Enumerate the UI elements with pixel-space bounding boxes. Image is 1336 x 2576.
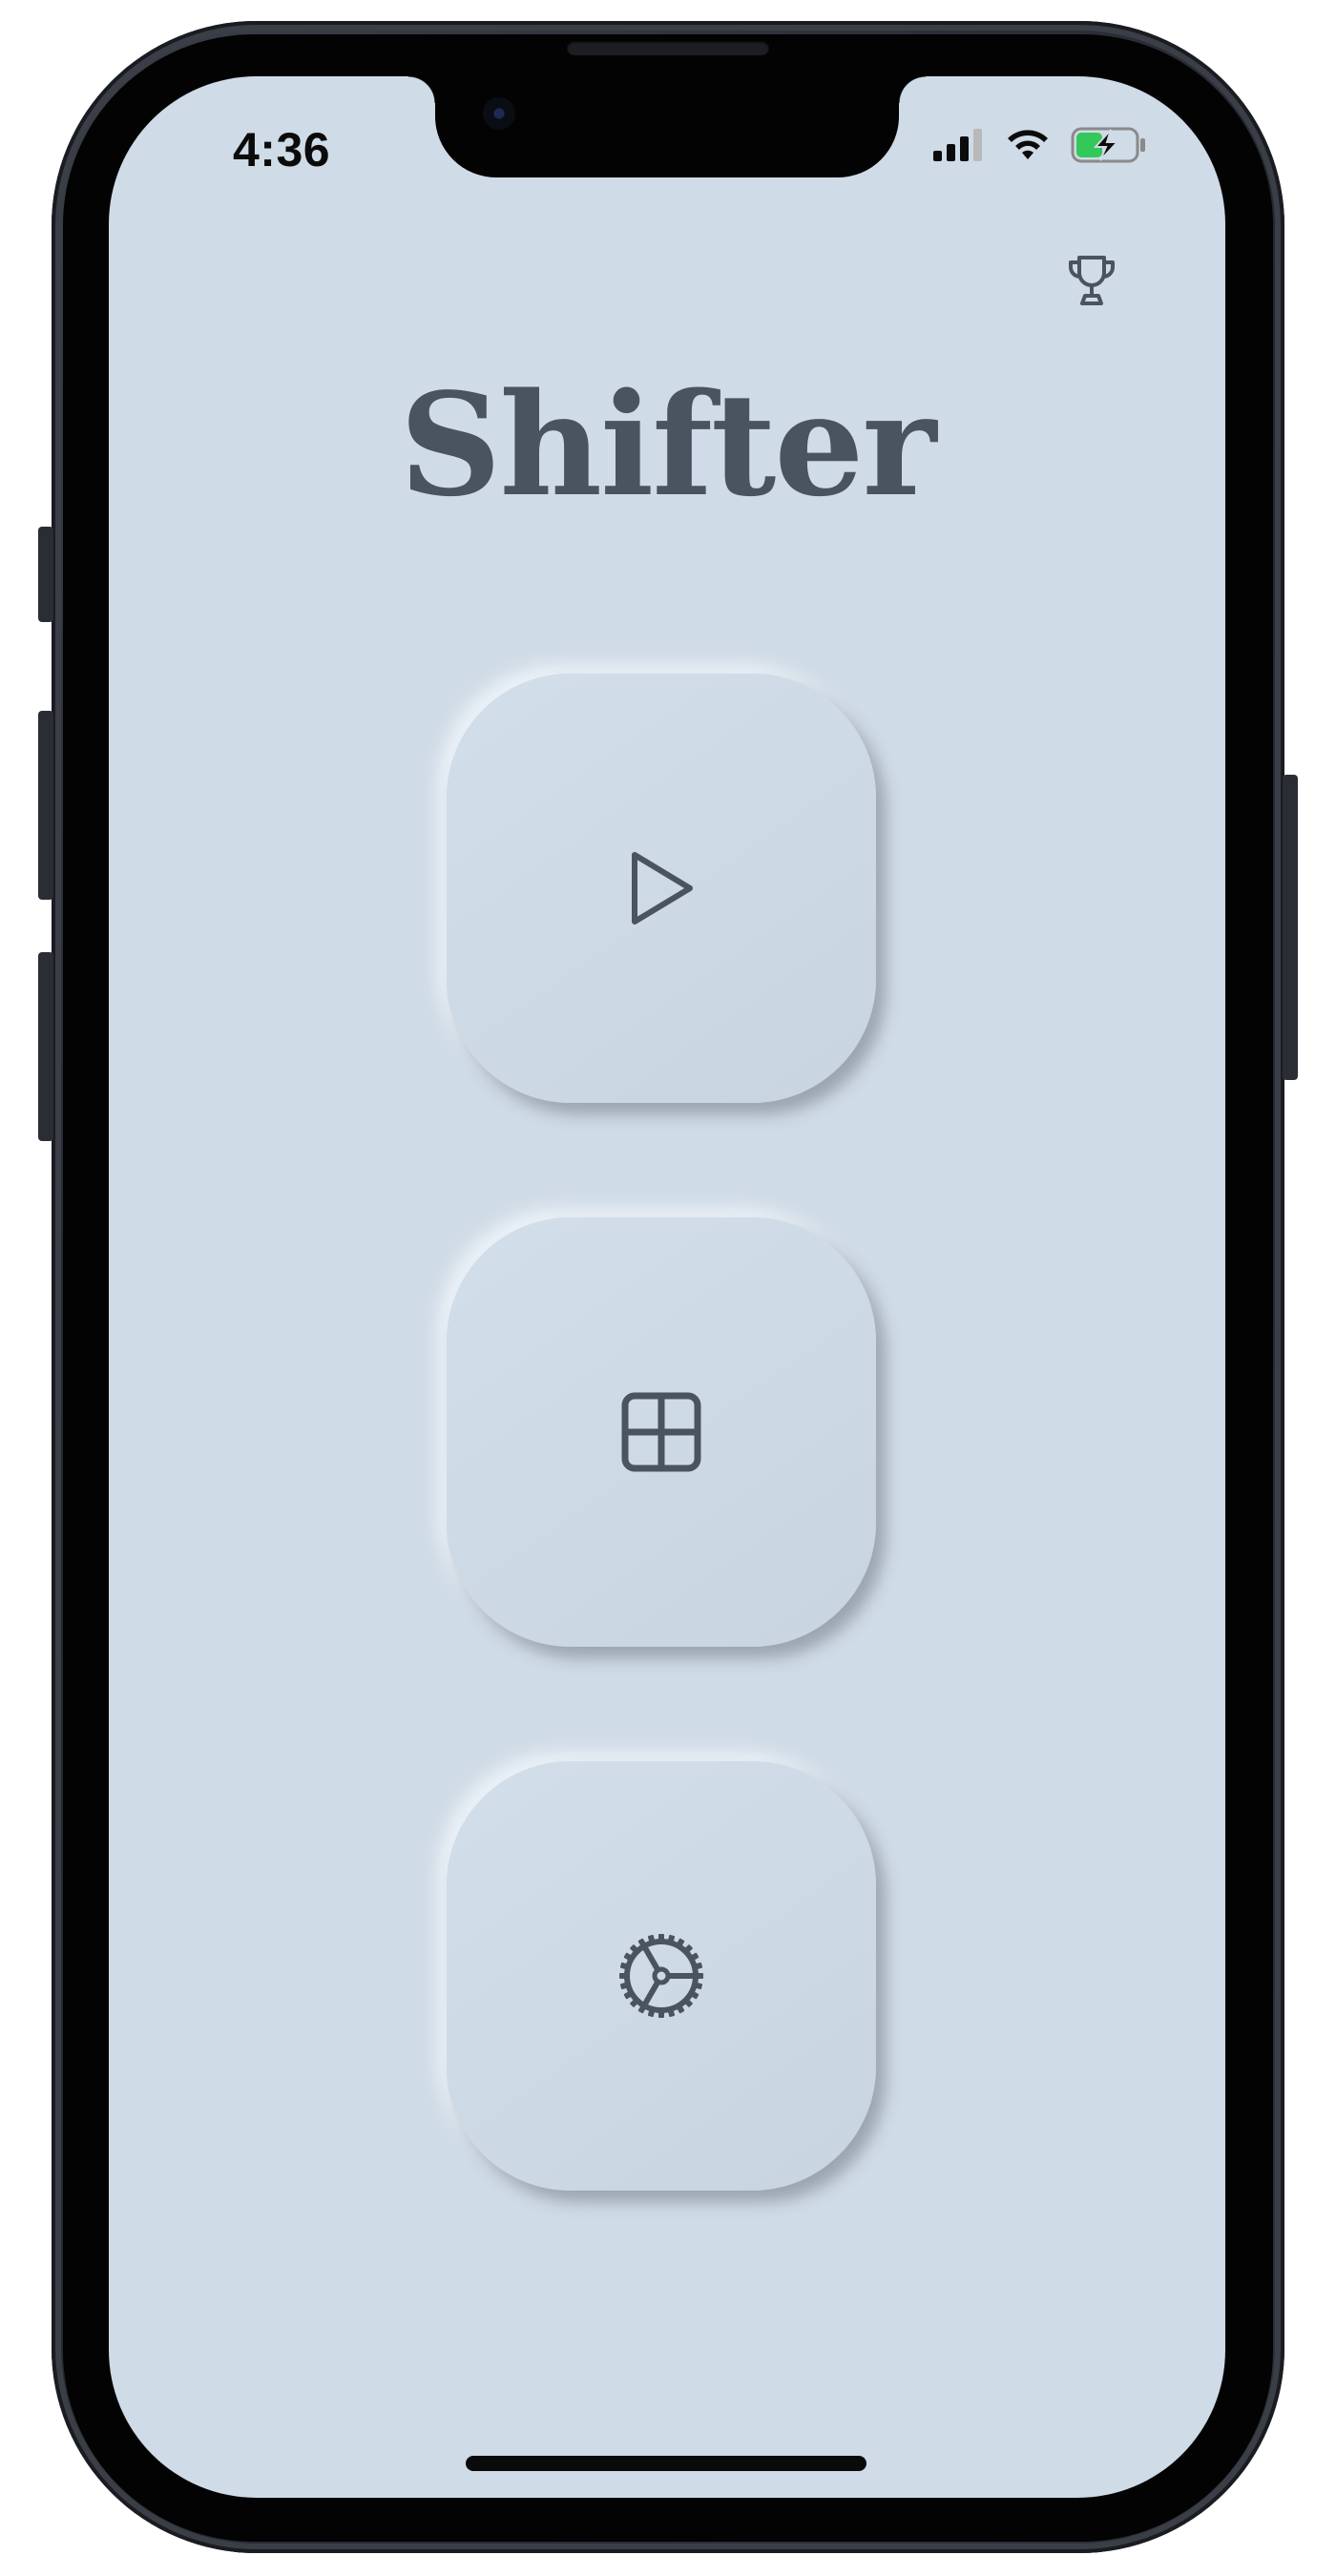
- battery-icon: [1071, 126, 1147, 164]
- level-grid-button[interactable]: [447, 1217, 876, 1647]
- status-time: 4:36: [233, 123, 331, 177]
- cellular-signal-icon: [931, 128, 985, 162]
- status-icons: [931, 126, 1147, 164]
- play-icon: [632, 852, 693, 924]
- trophy-button[interactable]: [1061, 248, 1122, 313]
- grid-icon: [621, 1392, 701, 1472]
- volume-down-button: [38, 952, 53, 1141]
- power-button: [1283, 775, 1298, 1080]
- wifi-icon: [1004, 127, 1052, 163]
- app-title: Shifter: [399, 362, 937, 528]
- volume-up-button: [38, 711, 53, 900]
- home-indicator[interactable]: [466, 2456, 866, 2471]
- gear-icon: [619, 1934, 703, 2018]
- silent-switch: [38, 527, 53, 622]
- settings-button[interactable]: [447, 1761, 876, 2191]
- front-camera: [483, 97, 515, 130]
- trophy-icon: [1069, 256, 1115, 305]
- phone-screen: 4:36 Shifter: [109, 76, 1225, 2498]
- earpiece-speaker: [567, 40, 769, 55]
- screenshot-stage: 4:36 Shifter: [0, 0, 1336, 2576]
- play-button[interactable]: [447, 674, 876, 1103]
